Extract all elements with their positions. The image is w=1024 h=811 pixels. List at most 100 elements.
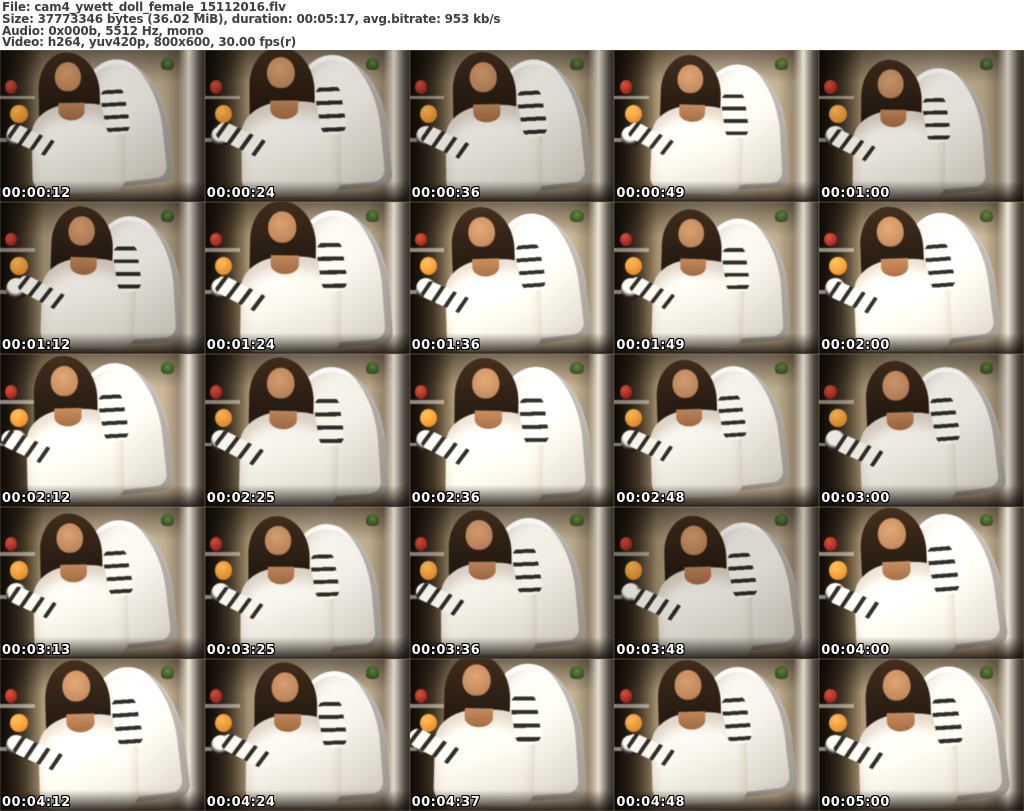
video-thumbnail: 00:04:12 [0, 658, 205, 811]
video-thumbnail: 00:02:25 [204, 354, 410, 507]
timestamp-label: 00:03:48 [616, 642, 686, 658]
scene-face [265, 525, 292, 555]
video-metadata-header: File: cam4_ywett_doll_female_15112016.fl… [0, 0, 1024, 50]
scene-figure [617, 50, 817, 202]
video-thumbnail: 00:03:13 [0, 506, 205, 659]
thumbnail-image [819, 354, 1024, 507]
video-thumbnail: 00:01:36 [409, 202, 615, 355]
scene-figure [410, 507, 611, 659]
scene-face [467, 216, 496, 248]
video-thumbnail: 00:01:12 [0, 202, 205, 355]
timestamp-label: 00:02:48 [616, 490, 686, 506]
thumbnail-image [614, 658, 820, 811]
timestamp-label: 00:01:49 [616, 338, 686, 354]
video-thumbnail: 00:00:49 [614, 50, 820, 203]
scene-figure [0, 658, 205, 811]
thumbnail-image [409, 658, 615, 811]
thumbnail-image [819, 658, 1024, 811]
timestamp-label: 00:02:25 [206, 490, 276, 506]
video-thumbnail: 00:04:37 [409, 658, 615, 811]
video-thumbnail: 00:02:36 [409, 354, 615, 507]
scene-face [268, 211, 297, 244]
video-thumbnail: 00:03:48 [614, 506, 820, 659]
scene-figure [820, 658, 1024, 811]
timestamp-label: 00:03:25 [206, 642, 276, 658]
thumbnail-image [204, 354, 410, 507]
timestamp-label: 00:01:24 [206, 338, 276, 354]
scene-figure [615, 354, 814, 504]
video-thumbnail: 00:05:00 [819, 658, 1024, 811]
thumbnail-image [819, 50, 1024, 203]
thumbnail-grid: 00:00:12 00:00:24 00:00:36 00:00:49 00:0… [0, 50, 1024, 811]
thumbnail-image [614, 50, 820, 203]
scene-figure [6, 202, 205, 354]
thumbnail-image [0, 202, 205, 355]
timestamp-label: 00:04:24 [206, 794, 276, 810]
scene-neckline [464, 707, 493, 728]
thumbnail-image [614, 354, 820, 507]
timestamp-label: 00:00:36 [411, 186, 481, 202]
timestamp-label: 00:01:12 [2, 338, 71, 354]
video-thumbnail: 00:02:00 [819, 202, 1024, 355]
video-thumbnail: 00:04:24 [204, 658, 410, 811]
scene-figure [410, 202, 615, 354]
thumbnail-image [614, 202, 820, 355]
timestamp-label: 00:00:49 [616, 186, 686, 202]
video-thumbnail: 00:04:00 [819, 506, 1024, 659]
timestamp-label: 00:04:37 [411, 794, 481, 810]
scene-figure [410, 354, 615, 506]
thumbnail-image [409, 354, 615, 507]
scene-neckline [468, 561, 496, 580]
video-thumbnail: 00:01:24 [204, 202, 410, 355]
timestamp-label: 00:03:13 [2, 642, 71, 658]
scene-figure [409, 658, 615, 811]
scene-figure [410, 50, 615, 202]
video-thumbnail: 00:02:48 [614, 354, 820, 507]
scene-figure [819, 202, 1024, 354]
video-thumbnail: 00:00:24 [204, 50, 410, 203]
thumbnail-image [204, 506, 410, 659]
video-thumbnail: 00:00:12 [0, 50, 205, 203]
scene-face [54, 61, 82, 92]
scene-face [469, 61, 497, 93]
timestamp-label: 00:01:00 [821, 186, 890, 202]
scene-figure [0, 354, 199, 506]
timestamp-label: 00:02:12 [2, 490, 71, 506]
scene-figure [211, 659, 410, 811]
scene-figure [621, 509, 819, 659]
thumbnail-image [0, 50, 205, 203]
scene-figure [618, 205, 817, 355]
thumbnail-image [204, 658, 410, 811]
thumbnail-image [0, 354, 205, 507]
scene-face [56, 522, 84, 554]
thumbnail-image [204, 50, 410, 203]
video-thumbnail: 00:01:49 [614, 202, 820, 355]
scene-figure [205, 354, 410, 507]
thumbnail-image [819, 506, 1024, 659]
scene-face [471, 368, 500, 400]
scene-face [462, 663, 491, 697]
scene-face [271, 671, 299, 703]
scene-figure [0, 507, 202, 659]
video-contact-sheet: File: cam4_ywett_doll_female_15112016.fl… [0, 0, 1024, 811]
metadata-video-line: Video: h264, yuv420p, 800x600, 30.00 fps… [2, 35, 296, 50]
timestamp-label: 00:03:36 [411, 642, 481, 658]
video-thumbnail: 00:00:36 [409, 50, 615, 203]
scene-figure [205, 202, 410, 354]
timestamp-label: 00:00:24 [206, 186, 276, 202]
thumbnail-image [409, 506, 615, 659]
timestamp-label: 00:02:36 [411, 490, 481, 506]
video-thumbnail: 00:04:48 [614, 658, 820, 811]
thumbnail-image [409, 50, 615, 203]
thumbnail-image [0, 506, 205, 659]
scene-figure [822, 354, 1024, 507]
scene-figure [819, 506, 1024, 659]
video-thumbnail: 00:01:00 [819, 50, 1024, 203]
scene-figure [615, 659, 819, 810]
scene-face [62, 669, 91, 703]
timestamp-label: 00:00:12 [2, 186, 71, 202]
thumbnail-image [614, 506, 820, 659]
scene-figure [205, 50, 410, 201]
scene-neckline [274, 713, 301, 732]
timestamp-label: 00:03:00 [821, 490, 890, 506]
